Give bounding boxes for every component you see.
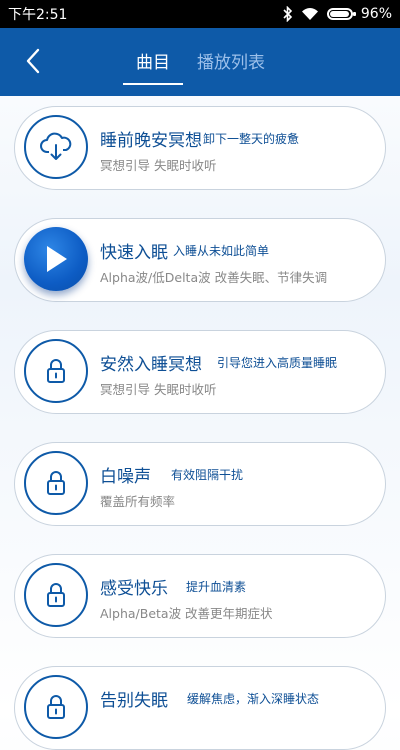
locked-indicator — [24, 451, 88, 515]
locked-indicator — [24, 563, 88, 627]
track-subtitle: 提升血清素 — [186, 580, 247, 594]
tab-bar: 曲目 播放列表 — [0, 28, 400, 96]
status-time: 下午2:51 — [8, 7, 68, 23]
lock-icon — [47, 583, 65, 607]
status-bar: 下午2:51 96% — [0, 0, 400, 28]
track-subtitle: 卸下一整天的疲惫 — [203, 132, 300, 146]
play-icon — [47, 246, 67, 272]
track-card[interactable]: 快速入眠 入睡从未如此简单 Alpha波/低Delta波 改善失眠、节律失调 — [14, 218, 386, 302]
track-subtitle: 有效阻隔干扰 — [171, 468, 244, 482]
track-subtitle: 缓解焦虑，渐入深睡状态 — [187, 692, 320, 706]
lock-icon — [47, 695, 65, 719]
track-subtitle: 引导您进入高质量睡眠 — [217, 356, 338, 370]
status-icons: 96% — [283, 6, 392, 22]
lock-icon — [47, 471, 65, 495]
track-title: 睡前晚安冥想 — [100, 131, 202, 151]
track-description: 覆盖所有频率 — [100, 494, 176, 509]
download-button[interactable] — [24, 115, 88, 179]
locked-indicator — [24, 339, 88, 403]
track-description: Alpha/Beta波 改善更年期症状 — [100, 606, 273, 621]
tab-active-indicator — [123, 83, 183, 85]
wifi-icon — [301, 8, 318, 20]
track-card[interactable]: 睡前晚安冥想 卸下一整天的疲惫 冥想引导 失眠时收听 — [14, 106, 386, 190]
track-title: 告别失眠 — [100, 691, 168, 711]
track-card[interactable]: 告别失眠 缓解焦虑，渐入深睡状态 — [14, 666, 386, 750]
lock-icon — [47, 359, 65, 383]
track-description: Alpha波/低Delta波 改善失眠、节律失调 — [100, 270, 328, 285]
download-cloud-icon — [40, 132, 72, 160]
track-description: 冥想引导 失眠时收听 — [100, 158, 217, 173]
battery-icon — [326, 8, 356, 20]
track-title: 感受快乐 — [100, 579, 168, 599]
tab-playlist[interactable]: 播放列表 — [197, 48, 265, 73]
track-title: 快速入眠 — [100, 243, 168, 263]
battery-percent: 96% — [360, 6, 392, 22]
header: 曲目 播放列表 — [0, 28, 400, 96]
track-card[interactable]: 白噪声 有效阻隔干扰 覆盖所有频率 — [14, 442, 386, 526]
track-card[interactable]: 安然入睡冥想 引导您进入高质量睡眠 冥想引导 失眠时收听 — [14, 330, 386, 414]
track-description: 冥想引导 失眠时收听 — [100, 382, 217, 397]
track-subtitle: 入睡从未如此简单 — [173, 244, 270, 258]
bluetooth-icon — [283, 6, 293, 22]
track-card[interactable]: 感受快乐 提升血清素 Alpha/Beta波 改善更年期症状 — [14, 554, 386, 638]
play-button[interactable] — [24, 227, 88, 291]
tab-tracks[interactable]: 曲目 — [136, 48, 170, 73]
track-title: 白噪声 — [100, 467, 151, 487]
locked-indicator — [24, 675, 88, 739]
track-title: 安然入睡冥想 — [100, 355, 202, 375]
